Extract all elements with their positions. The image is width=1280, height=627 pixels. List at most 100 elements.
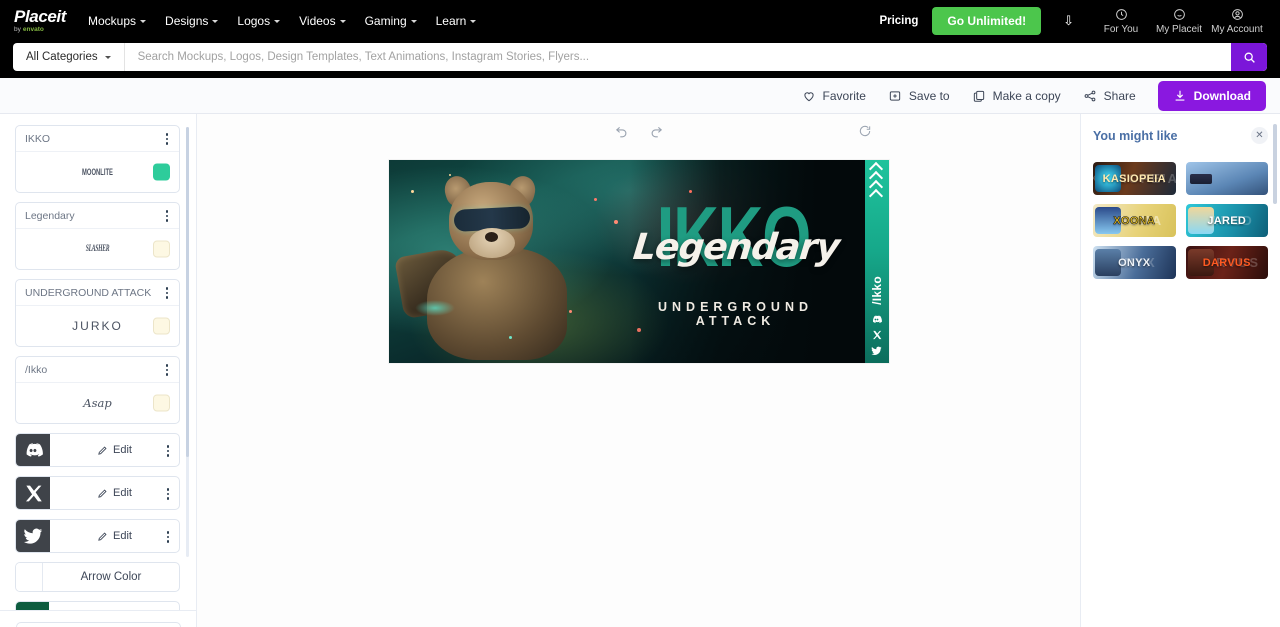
- nav-item-logos[interactable]: Logos: [237, 14, 281, 28]
- action-label: Favorite: [822, 88, 866, 103]
- discord-icon: [16, 434, 50, 466]
- nav-link-my-account[interactable]: My Account: [1208, 8, 1266, 35]
- nav-icon-label: For You: [1103, 23, 1139, 35]
- nav-item-videos[interactable]: Videos: [299, 14, 346, 28]
- social-edit-target[interactable]: Edit: [50, 520, 179, 552]
- layer-font-row: JURKO: [16, 306, 179, 346]
- text-layer-handle[interactable]: /Ikko Asap: [15, 356, 180, 424]
- editor-body: IKKO MOONLITE Legendary SLASHER UNDERGRO…: [0, 114, 1280, 627]
- layer-options-icon[interactable]: [161, 486, 175, 502]
- save-to-button[interactable]: Save to: [888, 89, 950, 103]
- redo-icon[interactable]: [649, 123, 664, 141]
- layer-color-swatch[interactable]: [153, 163, 170, 181]
- layer-text-value: Legendary: [16, 203, 179, 229]
- thumbnail-title: ONYX: [1118, 256, 1151, 269]
- partial-color-row[interactable]: [15, 601, 180, 610]
- text-layer-underground-attack[interactable]: UNDERGROUND ATTACK JURKO: [15, 279, 180, 347]
- partial-color-swatch[interactable]: [16, 602, 49, 610]
- undo-icon[interactable]: [614, 123, 629, 141]
- chevron-stack: [870, 163, 883, 199]
- category-selector[interactable]: All Categories: [13, 43, 125, 71]
- download-arrow-icon[interactable]: ⇩: [1063, 13, 1074, 29]
- banner-preview[interactable]: IKKO Legendary UNDERGROUND ATTACK /Ikko: [388, 160, 889, 363]
- layer-color-swatch[interactable]: [153, 317, 170, 335]
- layer-font-row: SLASHER: [16, 229, 179, 269]
- layer-font-name: Asap: [83, 396, 112, 410]
- text-layer-legendary[interactable]: Legendary SLASHER: [15, 202, 180, 270]
- pricing-link[interactable]: Pricing: [879, 15, 918, 27]
- download-icon: [1175, 90, 1185, 101]
- nav-label: Gaming: [364, 14, 407, 28]
- social-layer-x[interactable]: Edit: [15, 476, 180, 510]
- user-circle-icon: [1231, 8, 1244, 23]
- social-layer-twitter[interactable]: Edit: [15, 519, 180, 553]
- suggestion-thumbnail[interactable]: XOONA XOONA: [1093, 204, 1176, 237]
- layer-options-icon[interactable]: [160, 285, 174, 301]
- social-edit-target[interactable]: Edit: [50, 434, 179, 466]
- nav-link-my-placeit[interactable]: My Placeit: [1150, 8, 1208, 35]
- search-input[interactable]: [124, 43, 1231, 71]
- search-submit-button[interactable]: [1231, 43, 1267, 71]
- nav-item-mockups[interactable]: Mockups: [88, 14, 147, 28]
- canvas-area: IKKO Legendary UNDERGROUND ATTACK /Ikko: [197, 114, 1080, 627]
- close-icon[interactable]: ✕: [1251, 127, 1268, 144]
- chevron-down-icon: [470, 19, 477, 23]
- thumbnail-figure: [1189, 174, 1212, 184]
- banner-side-rail: /Ikko: [864, 160, 889, 363]
- placeit-logo[interactable]: Placeit by envato: [14, 8, 66, 34]
- save-folder-icon: [889, 90, 901, 101]
- suggestion-thumbnail[interactable]: JARED JARED: [1185, 204, 1268, 237]
- nav-item-designs[interactable]: Designs: [165, 14, 219, 28]
- smiley-icon: [1173, 8, 1186, 23]
- refresh-icon[interactable]: [858, 124, 872, 141]
- discord-icon: [871, 314, 882, 325]
- panel-scrollbar-thumb[interactable]: [1273, 124, 1277, 204]
- twitter-bird-icon: [16, 520, 50, 552]
- nav-item-gaming[interactable]: Gaming: [365, 14, 417, 28]
- nav-item-learn[interactable]: Learn: [436, 14, 477, 28]
- make-a-copy-button[interactable]: Make a copy: [972, 89, 1061, 103]
- arrow-color-swatch[interactable]: [16, 563, 43, 591]
- social-layer-discord[interactable]: Edit: [15, 433, 180, 467]
- suggestion-thumbnail[interactable]: ONYX ONYX: [1093, 246, 1176, 279]
- layer-options-icon[interactable]: [160, 362, 174, 378]
- layer-color-swatch[interactable]: [153, 240, 170, 258]
- add-button[interactable]: Add: [15, 622, 181, 627]
- suggestion-thumbnail[interactable]: DARVUS DARVUS: [1185, 246, 1268, 279]
- arrow-color-row[interactable]: Arrow Color: [15, 562, 180, 592]
- chevron-down-icon: [212, 19, 219, 23]
- search-icon: [1244, 52, 1255, 63]
- edit-label: Edit: [113, 444, 132, 456]
- action-label: Make a copy: [992, 88, 1061, 103]
- layer-options-icon[interactable]: [161, 443, 175, 459]
- you-might-like-panel: You might like ✕ KASIOPEIA KASIOPEIA XOO…: [1080, 114, 1280, 627]
- layer-text-value: UNDERGROUND ATTACK: [16, 280, 179, 306]
- download-button[interactable]: Download: [1157, 80, 1266, 111]
- share-button[interactable]: Share: [1083, 89, 1136, 103]
- nav-label: Mockups: [88, 14, 137, 28]
- clock-icon: [1115, 8, 1128, 23]
- layer-color-swatch[interactable]: [153, 394, 170, 412]
- text-layer-ikko[interactable]: IKKO MOONLITE: [15, 125, 180, 193]
- sidebar-scrollbar-thumb[interactable]: [186, 127, 189, 457]
- sidebar-scrollbar-track[interactable]: [186, 127, 189, 557]
- arrow-color-label: Arrow Color: [80, 571, 142, 583]
- layers-sidebar: IKKO MOONLITE Legendary SLASHER UNDERGRO…: [0, 114, 197, 627]
- panel-header: You might like ✕: [1093, 127, 1268, 144]
- nav-link-for-you[interactable]: For You: [1092, 8, 1150, 35]
- social-edit-target[interactable]: Edit: [50, 477, 179, 509]
- panel-title: You might like: [1093, 128, 1178, 143]
- logo-byline: by envato: [14, 25, 66, 34]
- layers-scroll-region[interactable]: IKKO MOONLITE Legendary SLASHER UNDERGRO…: [0, 114, 196, 610]
- pencil-icon: [98, 531, 107, 541]
- download-label: Download: [1193, 88, 1251, 103]
- layer-options-icon[interactable]: [160, 208, 174, 224]
- layer-options-icon[interactable]: [160, 131, 174, 147]
- chevron-down-icon: [339, 19, 346, 23]
- layer-options-icon[interactable]: [161, 529, 175, 545]
- favorite-button[interactable]: Favorite: [802, 89, 866, 103]
- edit-label: Edit: [113, 530, 132, 542]
- go-unlimited-button[interactable]: Go Unlimited!: [932, 7, 1042, 35]
- suggestion-thumbnail[interactable]: [1185, 162, 1268, 195]
- suggestion-thumbnail[interactable]: KASIOPEIA KASIOPEIA: [1093, 162, 1176, 195]
